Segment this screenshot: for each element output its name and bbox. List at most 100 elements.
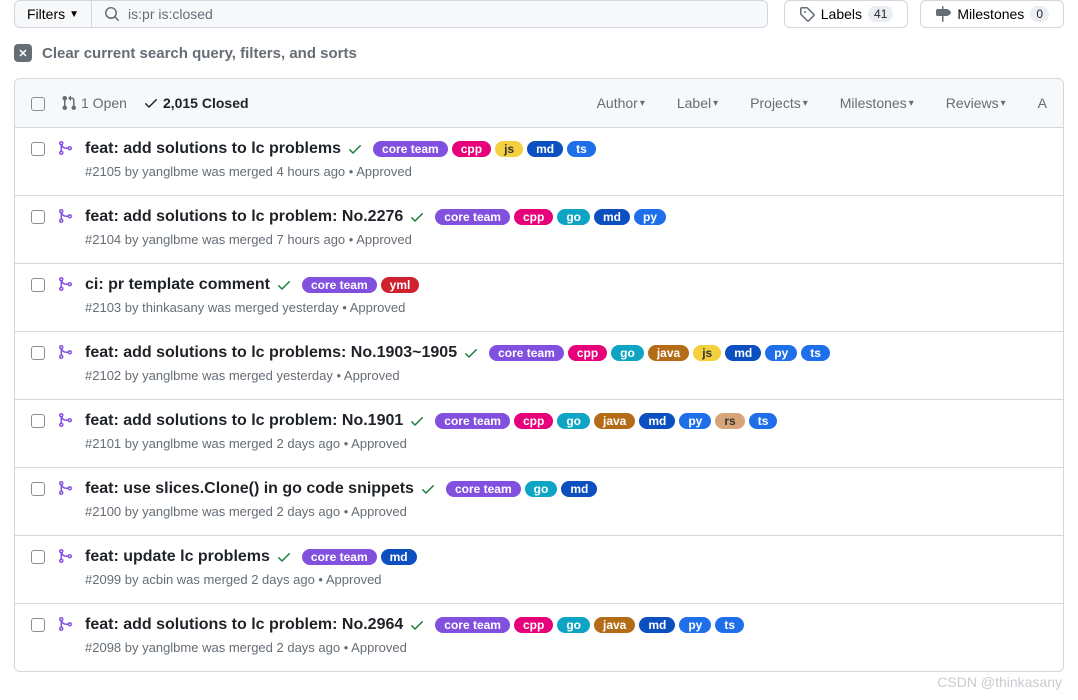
- issue-row: feat: use slices.Clone() in go code snip…: [15, 468, 1063, 536]
- issue-title-link[interactable]: ci: pr template comment: [85, 276, 270, 294]
- label-js[interactable]: js: [495, 141, 523, 157]
- filter-projects[interactable]: Projects▾: [750, 95, 808, 111]
- label-go[interactable]: go: [611, 345, 644, 361]
- row-checkbox[interactable]: [31, 618, 45, 632]
- issue-title-link[interactable]: feat: add solutions to lc problems: [85, 140, 341, 158]
- closed-tab[interactable]: 2,015 Closed: [143, 95, 249, 111]
- label-md[interactable]: md: [639, 617, 675, 633]
- clear-text: Clear current search query, filters, and…: [42, 45, 357, 62]
- issue-meta: #2098 by yanglbme was merged 2 days ago …: [85, 640, 1047, 655]
- label-core-team[interactable]: core team: [435, 617, 510, 633]
- label-md[interactable]: md: [725, 345, 761, 361]
- label-core-team[interactable]: core team: [435, 413, 510, 429]
- status-check-icon: [409, 209, 425, 225]
- row-checkbox[interactable]: [31, 210, 45, 224]
- status-check-icon: [409, 617, 425, 633]
- label-rs[interactable]: rs: [715, 413, 744, 429]
- label-js[interactable]: js: [693, 345, 721, 361]
- issue-row: feat: add solutions to lc problem: No.22…: [15, 196, 1063, 264]
- milestones-text: Milestones: [957, 6, 1024, 22]
- label-core-team[interactable]: core team: [302, 549, 377, 565]
- label-core-team[interactable]: core team: [489, 345, 564, 361]
- issue-title-link[interactable]: feat: use slices.Clone() in go code snip…: [85, 480, 414, 498]
- label-go[interactable]: go: [557, 413, 590, 429]
- milestones-count: 0: [1030, 6, 1049, 22]
- label-cpp[interactable]: cpp: [452, 141, 491, 157]
- caret-down-icon: ▾: [1001, 98, 1006, 109]
- label-core-team[interactable]: core team: [302, 277, 377, 293]
- labels-text: Labels: [821, 6, 862, 22]
- label-py[interactable]: py: [765, 345, 797, 361]
- pr-open-icon: [61, 95, 77, 111]
- status-check-icon: [409, 413, 425, 429]
- status-check-icon: [463, 345, 479, 361]
- filters-label: Filters: [27, 6, 65, 22]
- issue-title-link[interactable]: feat: add solutions to lc problem: No.29…: [85, 616, 403, 634]
- search-icon: [104, 6, 120, 22]
- label-py[interactable]: py: [679, 617, 711, 633]
- watermark: CSDN @thinkasany: [937, 674, 1062, 690]
- label-cpp[interactable]: cpp: [514, 413, 553, 429]
- label-md[interactable]: md: [639, 413, 675, 429]
- label-java[interactable]: java: [648, 345, 689, 361]
- list-header: 1 Open 2,015 Closed Author▾ Label▾ Project…: [15, 79, 1063, 128]
- label-go[interactable]: go: [557, 617, 590, 633]
- label-java[interactable]: java: [594, 617, 635, 633]
- filters-button[interactable]: Filters ▼: [14, 0, 92, 28]
- issue-title-link[interactable]: feat: add solutions to lc problems: No.1…: [85, 344, 457, 362]
- label-ts[interactable]: ts: [801, 345, 830, 361]
- pr-list: 1 Open 2,015 Closed Author▾ Label▾ Project…: [14, 78, 1064, 672]
- issue-meta: #2100 by yanglbme was merged 2 days ago …: [85, 504, 1047, 519]
- label-cpp[interactable]: cpp: [514, 209, 553, 225]
- search-input[interactable]: [128, 6, 755, 22]
- label-md[interactable]: md: [561, 481, 597, 497]
- label-cpp[interactable]: cpp: [568, 345, 607, 361]
- label-md[interactable]: md: [594, 209, 630, 225]
- filter-reviews[interactable]: Reviews▾: [946, 95, 1006, 111]
- row-checkbox[interactable]: [31, 142, 45, 156]
- close-icon: ✕: [14, 44, 32, 62]
- merged-icon: [57, 480, 73, 496]
- label-go[interactable]: go: [557, 209, 590, 225]
- tag-icon: [799, 6, 815, 22]
- issue-title-link[interactable]: feat: add solutions to lc problem: No.19…: [85, 412, 403, 430]
- label-md[interactable]: md: [381, 549, 417, 565]
- label-go[interactable]: go: [525, 481, 558, 497]
- caret-down-icon: ▾: [803, 98, 808, 109]
- select-all-checkbox[interactable]: [31, 97, 45, 111]
- clear-search-link[interactable]: ✕ Clear current search query, filters, a…: [14, 44, 1064, 62]
- label-md[interactable]: md: [527, 141, 563, 157]
- row-checkbox[interactable]: [31, 346, 45, 360]
- row-checkbox[interactable]: [31, 414, 45, 428]
- label-yml[interactable]: yml: [381, 277, 420, 293]
- label-java[interactable]: java: [594, 413, 635, 429]
- labels-button[interactable]: Labels 41: [784, 0, 909, 28]
- merged-icon: [57, 140, 73, 156]
- status-check-icon: [420, 481, 436, 497]
- status-check-icon: [276, 277, 292, 293]
- filter-author[interactable]: Author▾: [597, 95, 645, 111]
- label-cpp[interactable]: cpp: [514, 617, 553, 633]
- caret-down-icon: ▾: [909, 98, 914, 109]
- label-py[interactable]: py: [634, 209, 666, 225]
- filter-milestones[interactable]: Milestones▾: [840, 95, 914, 111]
- label-core-team[interactable]: core team: [435, 209, 510, 225]
- search-box[interactable]: [92, 0, 768, 28]
- row-checkbox[interactable]: [31, 550, 45, 564]
- issue-title-link[interactable]: feat: update lc problems: [85, 548, 270, 566]
- row-checkbox[interactable]: [31, 482, 45, 496]
- label-core-team[interactable]: core team: [446, 481, 521, 497]
- label-core-team[interactable]: core team: [373, 141, 448, 157]
- filter-a[interactable]: A: [1038, 95, 1047, 111]
- row-checkbox[interactable]: [31, 278, 45, 292]
- label-ts[interactable]: ts: [567, 141, 596, 157]
- merged-icon: [57, 412, 73, 428]
- filter-label[interactable]: Label▾: [677, 95, 718, 111]
- milestones-button[interactable]: Milestones 0: [920, 0, 1064, 28]
- label-ts[interactable]: ts: [749, 413, 778, 429]
- label-ts[interactable]: ts: [715, 617, 744, 633]
- open-tab[interactable]: 1 Open: [61, 95, 127, 111]
- issue-row: feat: add solutions to lc problems core …: [15, 128, 1063, 196]
- label-py[interactable]: py: [679, 413, 711, 429]
- issue-title-link[interactable]: feat: add solutions to lc problem: No.22…: [85, 208, 403, 226]
